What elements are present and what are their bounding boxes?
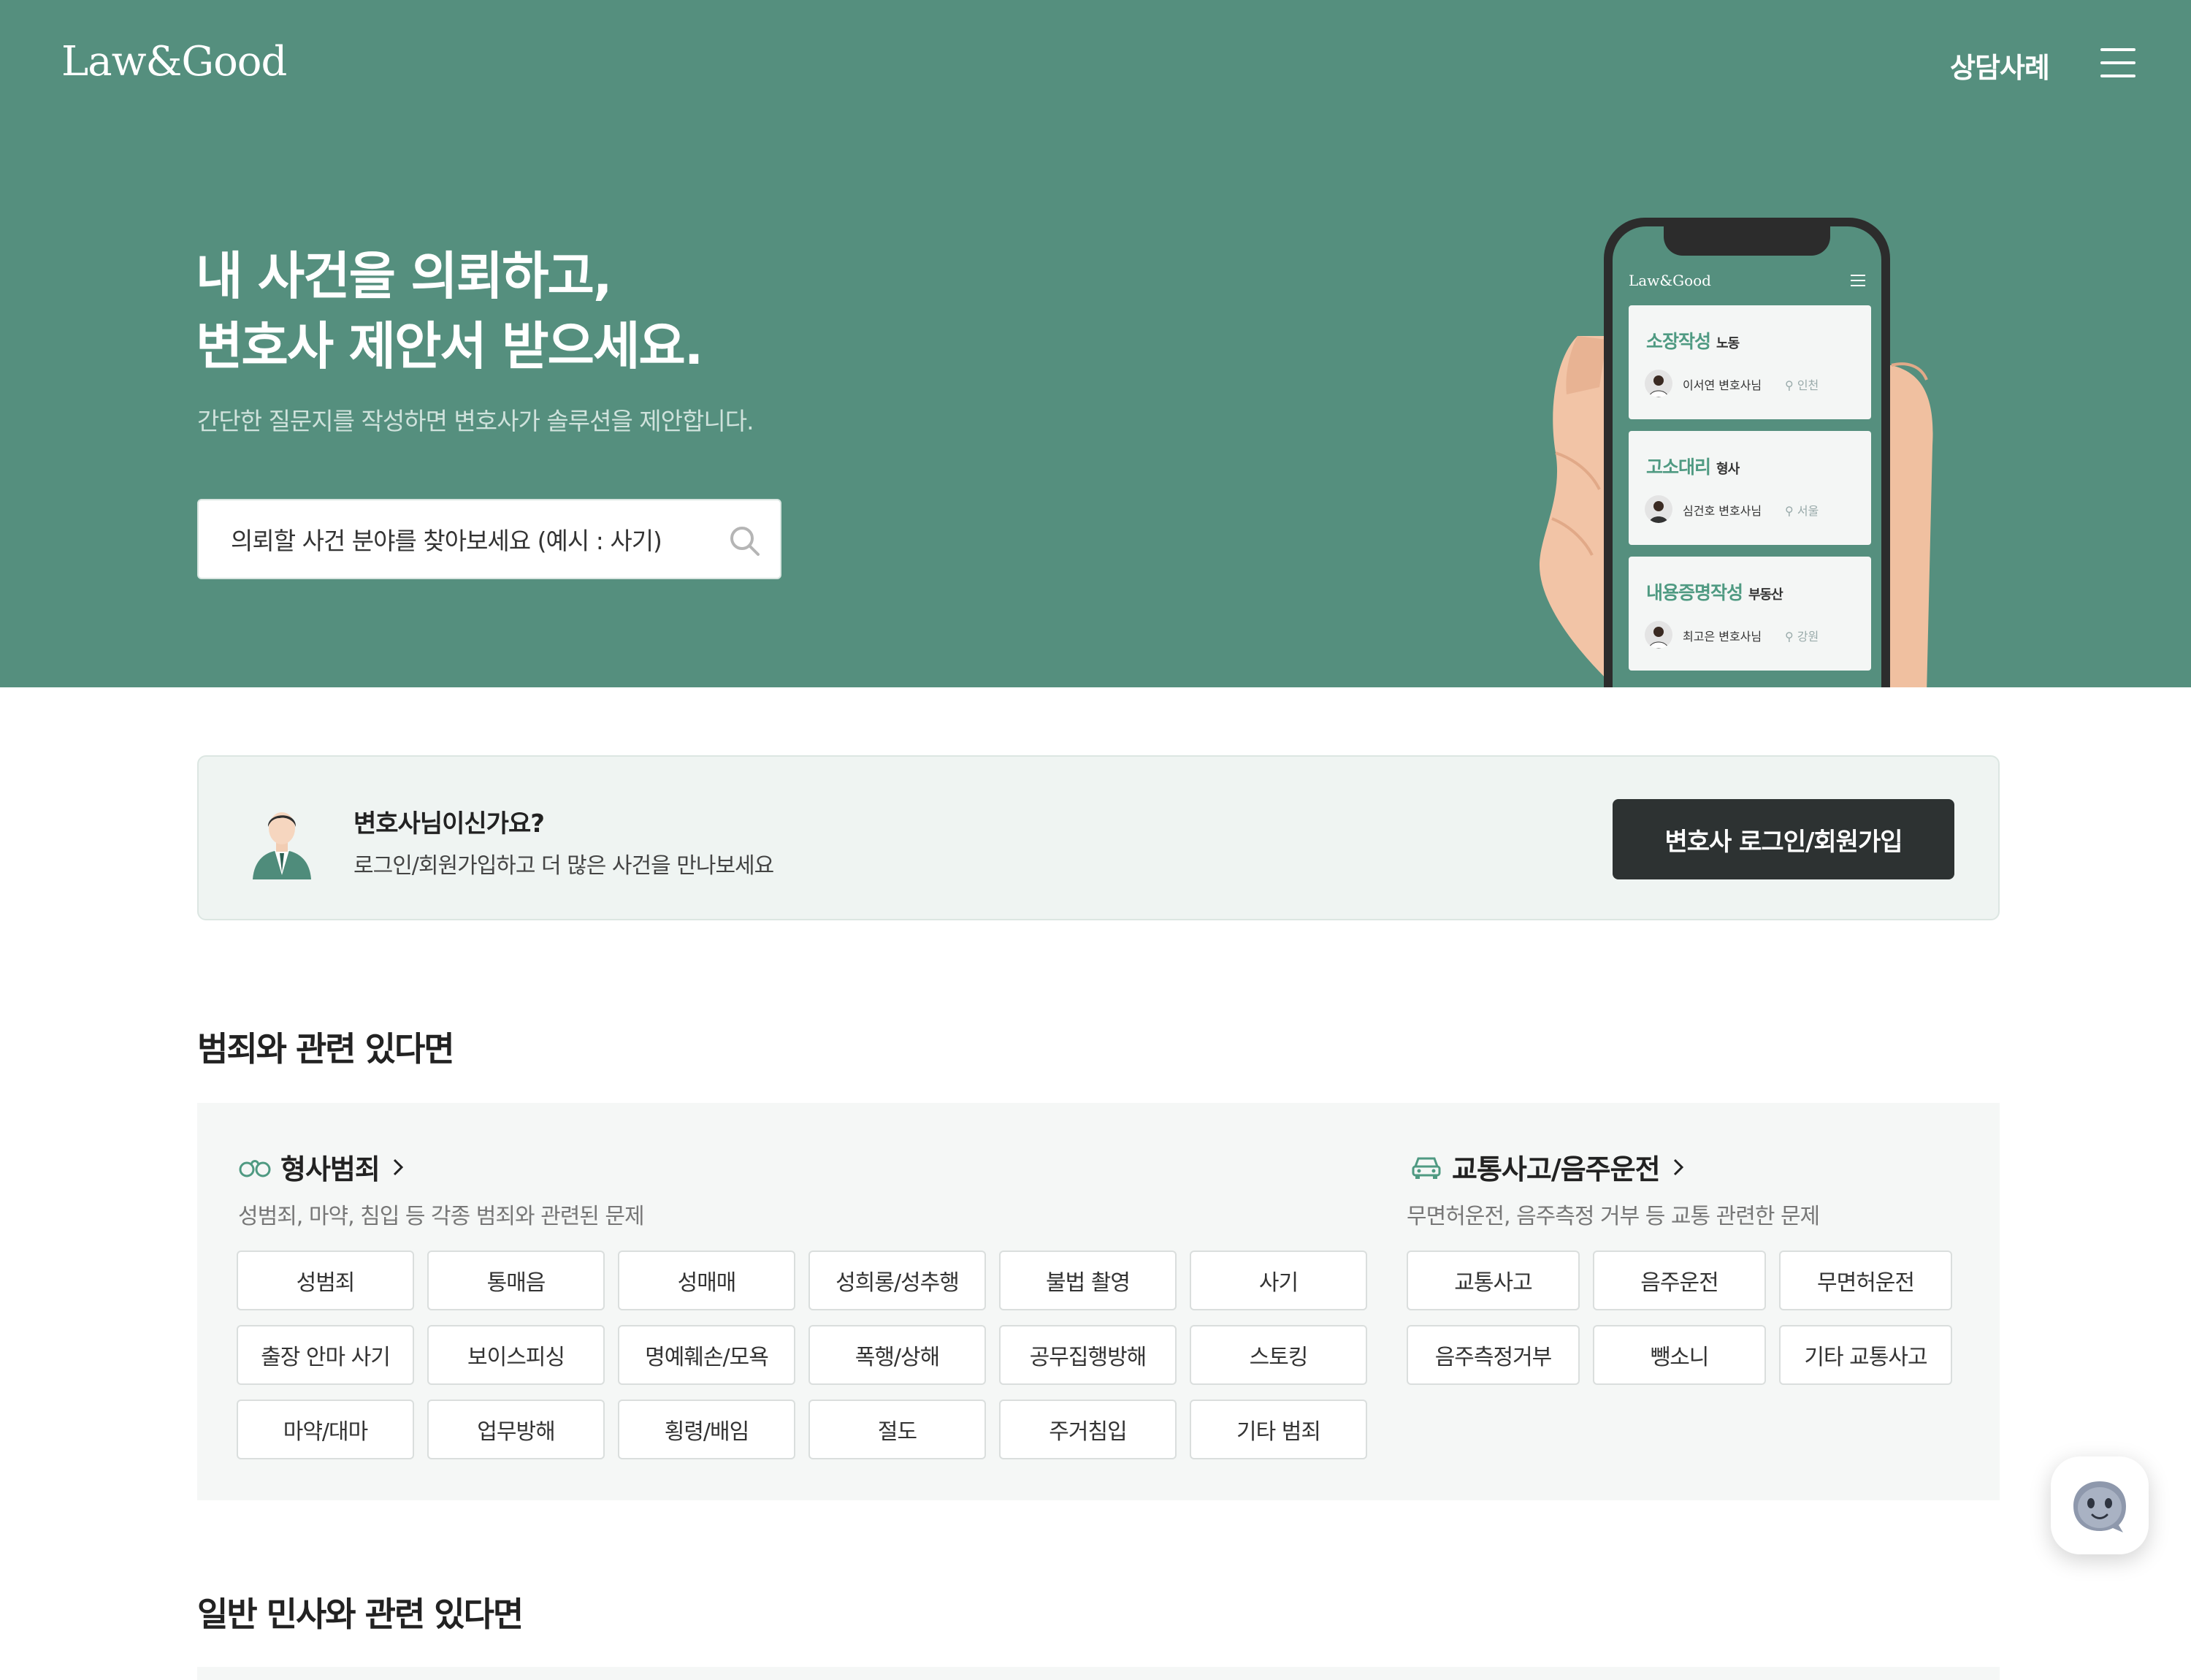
category-description: 성범죄, 마약, 침입 등 각종 범죄와 관련된 문제 [238,1204,645,1229]
logo[interactable]: Law&Good [61,38,287,85]
phone-frame: Law&Good 소장작성 노동 이서연 변호사님 ⚲ 인천 고소대리 형사 심건호… [1604,218,1890,687]
tag-button[interactable]: 성희롱/성추행 [808,1251,986,1310]
category-description: 무면허운전, 음주측정 거부 등 교통 관련한 문제 [1407,1204,1820,1229]
phone-menu-icon [1851,275,1865,286]
phone-illustration: Law&Good 소장작성 노동 이서연 변호사님 ⚲ 인천 고소대리 형사 심건호… [1526,212,1965,687]
chatbot-icon [2073,1481,2126,1532]
tag-button[interactable]: 보이스피싱 [427,1325,605,1385]
nav-consultation-cases[interactable]: 상담사례 [1950,45,2050,85]
hamburger-menu-icon[interactable] [2100,48,2135,77]
hero-title: 내 사건을 의뢰하고, 변호사 제안서 받으세요. [196,241,703,381]
tag-button[interactable]: 불법 촬영 [999,1251,1177,1310]
category-criminal-link[interactable]: 형사범죄 [238,1147,405,1187]
phone-card-tag: 노동 [1716,336,1740,351]
tag-button[interactable]: 주거침입 [999,1400,1177,1459]
tag-button[interactable]: 뺑소니 [1593,1325,1766,1385]
lawyer-description: 로그인/회원가입하고 더 많은 사건을 만나보세요 [353,853,774,879]
phone-card-location: ⚲ 인천 [1785,378,1819,392]
tag-button[interactable]: 성범죄 [237,1251,414,1310]
lawyer-avatar-icon [253,812,311,879]
phone-card-lawyer: 이서연 변호사님 [1683,378,1762,392]
phone-card-location: ⚲ 강원 [1785,630,1819,644]
tag-button[interactable]: 성매매 [618,1251,795,1310]
phone-card-title: 내용증명작성 부동산 [1646,582,1783,603]
phone-notch [1664,226,1830,256]
avatar [1645,370,1672,397]
phone-card-tag: 형사 [1716,462,1740,477]
chevron-right-icon [393,1158,403,1175]
phone-card-location: ⚲ 서울 [1785,504,1819,518]
section-heading-civil: 일반 민사와 관련 있다면 [197,1595,524,1634]
tag-button[interactable]: 사기 [1190,1251,1367,1310]
chatbot-button[interactable] [2051,1456,2149,1554]
tag-button[interactable]: 명예훼손/모욕 [618,1325,795,1385]
car-icon [1412,1157,1441,1179]
tag-button[interactable]: 통매음 [427,1251,605,1310]
tag-button[interactable]: 업무방해 [427,1400,605,1459]
phone-card-lawyer: 최고은 변호사님 [1683,630,1762,644]
civil-category-panel [197,1667,2000,1680]
phone-card-title: 고소대리 형사 [1646,457,1740,478]
tag-button[interactable]: 스토킹 [1190,1325,1367,1385]
avatar [1645,621,1672,649]
phone-card: 소장작성 노동 이서연 변호사님 ⚲ 인천 [1629,305,1871,419]
tag-button[interactable]: 폭행/상해 [808,1325,986,1385]
lawyer-question: 변호사님이신가요? [353,809,545,839]
lawyer-login-banner: 변호사님이신가요? 로그인/회원가입하고 더 많은 사건을 만나보세요 변호사 … [197,755,2000,920]
phone-card-lawyer: 심건호 변호사님 [1683,504,1762,518]
avatar [1645,495,1672,523]
phone-card: 내용증명작성 부동산 최고은 변호사님 ⚲ 강원 [1629,557,1871,671]
phone-card: 고소대리 형사 심건호 변호사님 ⚲ 서울 [1629,431,1871,545]
tag-button[interactable]: 음주운전 [1593,1251,1766,1310]
tag-button[interactable]: 공무집행방해 [999,1325,1177,1385]
section-heading-crime: 범죄와 관련 있다면 [197,1029,455,1069]
category-title: 형사범죄 [280,1153,381,1185]
crime-category-panel: 형사범죄 성범죄, 마약, 침입 등 각종 범죄와 관련된 문제 성범죄 통매음 성… [197,1103,2000,1500]
tag-button[interactable]: 음주측정거부 [1407,1325,1580,1385]
search-box [197,499,781,579]
tag-button[interactable]: 횡령/배임 [618,1400,795,1459]
phone-screen: Law&Good 소장작성 노동 이서연 변호사님 ⚲ 인천 고소대리 형사 심건호… [1613,226,1881,687]
tag-button[interactable]: 기타 범죄 [1190,1400,1367,1459]
category-traffic-link[interactable]: 교통사고/음주운전 [1410,1147,1685,1187]
handcuffs-icon [239,1159,271,1177]
search-icon[interactable] [726,522,764,560]
tag-button[interactable]: 기타 교통사고 [1779,1325,1952,1385]
tag-button[interactable]: 출장 안마 사기 [237,1325,414,1385]
category-title: 교통사고/음주운전 [1452,1153,1661,1185]
chevron-right-icon [1673,1158,1683,1175]
hero-title-line2: 변호사 제안서 받으세요. [196,316,703,376]
phone-card-tag: 부동산 [1748,587,1783,603]
phone-card-title: 소장작성 노동 [1646,331,1740,352]
phone-logo: Law&Good [1629,272,1711,289]
hero-banner: Law&Good 상담사례 내 사건을 의뢰하고, 변호사 제안서 받으세요. … [0,0,2191,687]
tag-button[interactable]: 마약/대마 [237,1400,414,1459]
tag-button[interactable]: 절도 [808,1400,986,1459]
lawyer-login-button[interactable]: 변호사 로그인/회원가입 [1613,799,1954,879]
search-input[interactable] [231,522,713,559]
tag-button[interactable]: 무면허운전 [1779,1251,1952,1310]
tag-button[interactable]: 교통사고 [1407,1251,1580,1310]
hero-subtitle: 간단한 질문지를 작성하면 변호사가 솔루션을 제안합니다. [197,407,754,435]
hero-title-line1: 내 사건을 의뢰하고, [196,246,613,306]
